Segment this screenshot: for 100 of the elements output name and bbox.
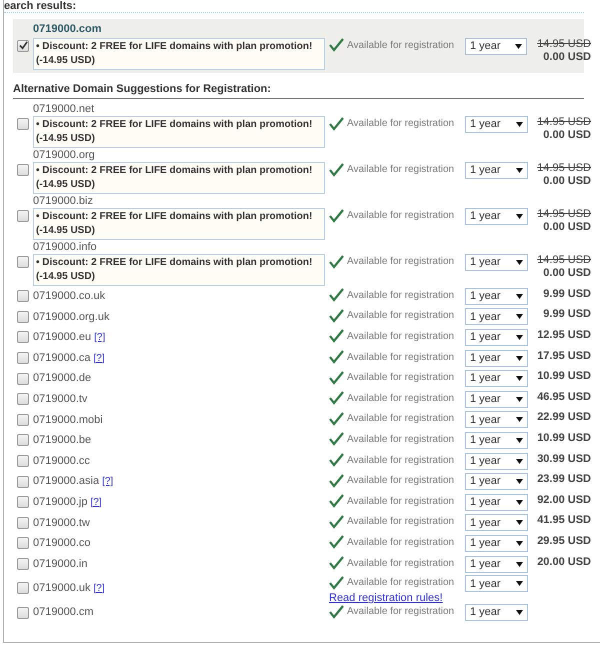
period-select[interactable]: 1 year xyxy=(465,432,528,449)
dropdown-arrow-icon xyxy=(516,260,523,265)
status-text: Available for registration xyxy=(347,474,454,488)
price: 17.95 USD xyxy=(537,350,591,363)
period-select[interactable]: 1 year xyxy=(465,328,528,346)
help-link[interactable]: [?] xyxy=(102,474,114,490)
period-select[interactable]: 1 year xyxy=(465,390,528,408)
checkbox[interactable] xyxy=(17,352,29,364)
domain-name: 0719000.cm xyxy=(33,605,94,620)
period-select[interactable]: 1 year xyxy=(465,452,528,470)
dropdown-arrow-icon xyxy=(516,122,523,127)
period-select[interactable]: 1 year xyxy=(465,208,528,225)
checkmark-icon xyxy=(329,604,344,619)
period-select[interactable]: 1 year xyxy=(465,254,528,271)
checkbox[interactable] xyxy=(17,496,29,508)
status-text: Available for registration xyxy=(347,330,454,344)
period-select[interactable]: 1 year xyxy=(465,350,528,367)
checkmark-icon xyxy=(329,494,344,508)
dropdown-arrow-icon xyxy=(516,562,523,567)
checkbox[interactable] xyxy=(17,310,29,323)
rules-link[interactable]: Read registration rules! xyxy=(329,590,465,607)
period-select[interactable]: 1 year xyxy=(465,288,528,305)
checkmark-icon xyxy=(329,432,344,446)
period-select[interactable]: 1 year xyxy=(465,534,528,552)
period-select[interactable]: 1 year xyxy=(465,556,528,573)
status-text: Available for registration xyxy=(347,163,454,177)
checkbox[interactable] xyxy=(17,582,29,594)
period-select[interactable]: 1 year xyxy=(465,162,528,179)
price: 22.99 USD xyxy=(537,411,591,424)
checkbox[interactable] xyxy=(17,290,29,302)
checkbox[interactable] xyxy=(17,210,29,222)
status-text: Available for registration xyxy=(347,309,454,324)
dropdown-arrow-icon xyxy=(516,500,523,505)
section-heading: Alternative Domain Suggestions for Registration: xyxy=(13,80,584,99)
status-text: Available for registration xyxy=(347,392,454,406)
period-select[interactable]: 1 year xyxy=(465,494,528,511)
checkbox[interactable] xyxy=(17,256,29,268)
period-select[interactable]: 1 year xyxy=(465,116,528,133)
period-select[interactable]: 1 year xyxy=(465,514,528,532)
dropdown-arrow-icon xyxy=(515,44,522,48)
status-text: Available for registration xyxy=(347,515,454,530)
checkbox[interactable] xyxy=(17,476,29,488)
checkbox[interactable] xyxy=(17,40,29,52)
price: 0.00 USD xyxy=(543,221,591,234)
domain-name: 0719000.net xyxy=(33,102,96,116)
period-select[interactable]: 1 year xyxy=(465,473,528,490)
checkbox[interactable] xyxy=(17,537,29,550)
checkbox[interactable] xyxy=(17,434,29,446)
status-text: Available for registration xyxy=(347,454,454,468)
checkbox[interactable] xyxy=(17,331,29,344)
help-link[interactable]: [?] xyxy=(94,580,105,596)
status-text: Available for registration xyxy=(347,350,454,365)
period-select[interactable]: 1 year xyxy=(465,575,528,592)
price: 0.00 USD xyxy=(543,175,591,188)
help-link[interactable]: [?] xyxy=(94,330,106,345)
price: 0.00 USD xyxy=(543,267,591,280)
dropdown-arrow-icon xyxy=(516,334,523,340)
checkbox[interactable] xyxy=(17,372,29,385)
checkbox[interactable] xyxy=(17,516,29,529)
checkbox[interactable] xyxy=(17,164,29,176)
price: 92.00 USD xyxy=(537,494,591,507)
dropdown-arrow-icon xyxy=(516,610,523,616)
period-select[interactable]: 1 year xyxy=(465,411,528,428)
checkbox[interactable] xyxy=(17,558,29,570)
period-select[interactable]: 1 year xyxy=(465,308,528,326)
promotion-note: • Discount: 2 FREE for LIFE domains with plan promotion! (-14.95 USD) xyxy=(33,116,325,148)
checkmark-icon xyxy=(329,391,344,406)
domain-name: 0719000.eu xyxy=(33,330,92,346)
checkbox[interactable] xyxy=(17,118,29,130)
old-price: 14.95 USD xyxy=(537,162,591,175)
checkbox[interactable] xyxy=(17,414,29,426)
price: 9.99 USD xyxy=(543,308,591,322)
help-link[interactable]: [?] xyxy=(94,350,105,366)
checkmark-icon xyxy=(329,412,344,426)
dropdown-arrow-icon xyxy=(516,581,523,586)
old-price: 14.95 USD xyxy=(537,38,591,50)
status-text: Available for registration xyxy=(347,117,454,131)
domain-name: 0719000.biz xyxy=(33,194,94,208)
price: 20.00 USD xyxy=(537,556,591,569)
price: 29.95 USD xyxy=(537,534,591,548)
dropdown-arrow-icon xyxy=(516,396,523,402)
domain-name: 0719000.de xyxy=(33,371,92,386)
help-link[interactable]: [?] xyxy=(90,494,102,510)
domain-name: 0719000.org.uk xyxy=(33,310,110,325)
price: 30.99 USD xyxy=(537,452,591,466)
dropdown-arrow-icon xyxy=(516,314,523,320)
period-select[interactable]: 1 year xyxy=(465,604,528,622)
checkbox[interactable] xyxy=(17,455,29,468)
checkmark-icon xyxy=(329,535,344,550)
domain-name: 0719000.be xyxy=(33,433,92,448)
checkmark-icon xyxy=(18,41,28,50)
dropdown-arrow-icon xyxy=(516,417,523,422)
price: 41.95 USD xyxy=(537,514,591,528)
domain-name: 0719000.uk xyxy=(33,581,90,596)
period-select[interactable]: 1 year xyxy=(465,38,527,54)
checkbox[interactable] xyxy=(17,606,29,619)
old-price: 14.95 USD xyxy=(537,254,591,267)
status-text: Available for registration xyxy=(347,536,454,550)
period-select[interactable]: 1 year xyxy=(465,370,528,388)
checkbox[interactable] xyxy=(17,393,29,406)
